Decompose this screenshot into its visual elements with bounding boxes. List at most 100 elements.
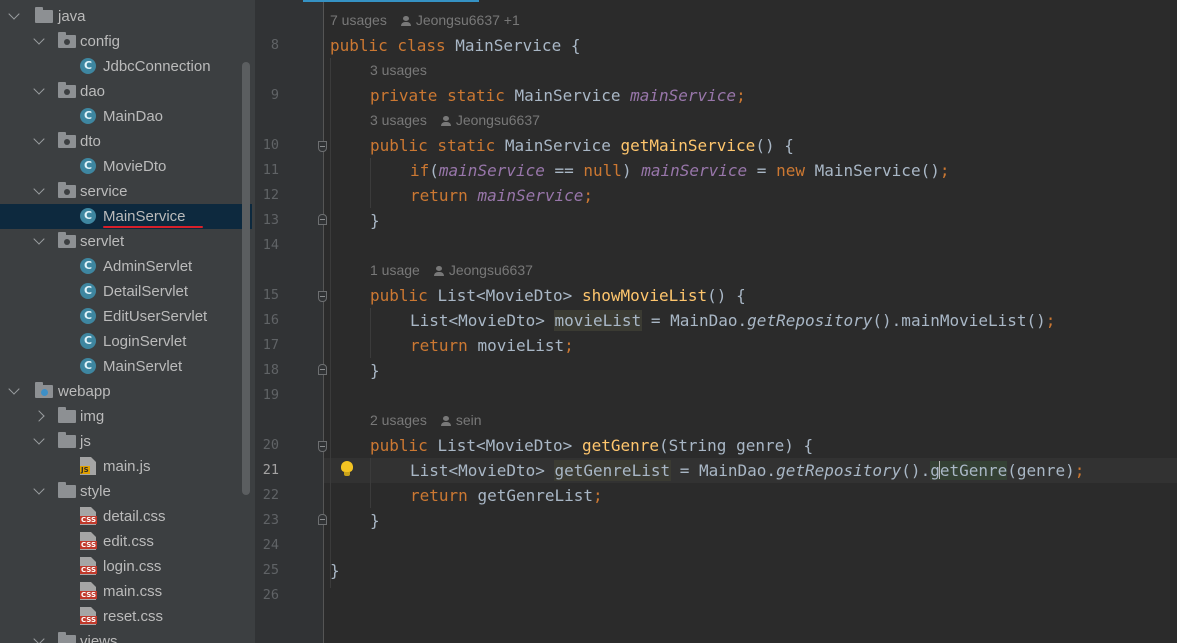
tree-item-maindao[interactable]: C MainDao: [0, 104, 252, 129]
code-line-21[interactable]: List<MovieDto> getGenreList = MainDao.ge…: [410, 458, 1084, 483]
field-usage-hint[interactable]: 3 usages: [370, 58, 427, 83]
fold-marker[interactable]: [318, 291, 327, 302]
tree-item-mainservlet[interactable]: C MainServlet: [0, 354, 252, 379]
params: () {: [755, 136, 794, 155]
chevron-down-icon[interactable]: [8, 383, 20, 395]
method-usage-hint[interactable]: 3 usages Jeongsu6637: [370, 108, 540, 133]
tree-item-java[interactable]: java: [0, 4, 252, 29]
class-usage-hint[interactable]: 7 usages Jeongsu6637 +1: [330, 8, 520, 33]
code-line-18[interactable]: }: [370, 358, 380, 383]
fold-marker[interactable]: [318, 141, 327, 152]
tree-item-label: img: [80, 408, 105, 425]
tree-scrollbar[interactable]: [242, 62, 250, 495]
chevron-down-icon[interactable]: [33, 133, 45, 145]
author-name[interactable]: sein: [456, 412, 482, 428]
indent-guide: [370, 308, 371, 358]
code-line-17[interactable]: return movieList;: [410, 333, 574, 358]
tree-item-webapp[interactable]: webapp: [0, 379, 252, 404]
tree-item-views[interactable]: views: [0, 629, 252, 643]
code-line-20[interactable]: public List<MovieDto> getGenre(String ge…: [370, 433, 813, 458]
project-tree-panel[interactable]: java config C JdbcConnection dao C MainDao dto C…: [0, 0, 255, 643]
chevron-right-icon[interactable]: [33, 410, 45, 422]
method-usage-hint[interactable]: 2 usages sein: [370, 408, 482, 433]
tree-item-main-css[interactable]: CSS main.css: [0, 579, 252, 604]
person-icon: [400, 16, 411, 26]
tree-item-config[interactable]: config: [0, 29, 252, 54]
tree-item-jdbcconnection[interactable]: C JdbcConnection: [0, 54, 252, 79]
tree-item-reset-css[interactable]: CSS reset.css: [0, 604, 252, 629]
code-line-10[interactable]: public static MainService getMainService…: [370, 133, 794, 158]
paren: ): [621, 161, 642, 180]
tree-item-edituserservlet[interactable]: C EditUserServlet: [0, 304, 252, 329]
usages-count[interactable]: 3 usages: [370, 62, 427, 78]
tree-item-detail-css[interactable]: CSS detail.css: [0, 504, 252, 529]
tree-item-dto[interactable]: dto: [0, 129, 252, 154]
usages-count[interactable]: 3 usages: [370, 112, 427, 128]
usages-count[interactable]: 1 usage: [370, 262, 420, 278]
code-editor[interactable]: 8 9 10 11 12 13 14 15 16 17 18 19 20 21 22 23 24 25 26 7 u…: [255, 0, 1177, 643]
code-line-23[interactable]: }: [370, 508, 380, 533]
method-name: showMovieList: [581, 286, 708, 305]
code-line-25[interactable]: }: [330, 558, 340, 583]
expression: ().mainMovieList(): [872, 311, 1046, 330]
usages-count[interactable]: 2 usages: [370, 412, 427, 428]
tree-item-style[interactable]: style: [0, 479, 252, 504]
keyword: private static: [370, 86, 515, 105]
chevron-down-icon[interactable]: [33, 483, 45, 495]
code-line-15[interactable]: public List<MovieDto> showMovieList() {: [370, 283, 746, 308]
tree-item-moviedto[interactable]: C MovieDto: [0, 154, 252, 179]
tree-item-img[interactable]: img: [0, 404, 252, 429]
tree-item-servlet[interactable]: servlet: [0, 229, 252, 254]
tree-item-login-css[interactable]: CSS login.css: [0, 554, 252, 579]
author-name[interactable]: Jeongsu6637: [456, 112, 540, 128]
field: mainService: [630, 86, 737, 105]
usages-count[interactable]: 7 usages: [330, 12, 387, 28]
tree-item-loginservlet[interactable]: C LoginServlet: [0, 329, 252, 354]
java-class-icon: C: [80, 208, 96, 224]
code-line-9[interactable]: private static MainService mainService;: [370, 83, 746, 108]
tree-item-service[interactable]: service: [0, 179, 252, 204]
chevron-down-icon[interactable]: [33, 83, 45, 95]
package-icon: [58, 32, 76, 48]
fold-marker[interactable]: [318, 364, 327, 375]
tree-item-edit-css[interactable]: CSS edit.css: [0, 529, 252, 554]
chevron-down-icon[interactable]: [33, 183, 45, 195]
method-usage-hint[interactable]: 1 usage Jeongsu6637: [370, 258, 533, 283]
tree-item-label: MovieDto: [103, 158, 167, 175]
code-line-11[interactable]: if(mainService == null) mainService = ne…: [410, 158, 949, 183]
variable: movieList: [477, 336, 565, 355]
keyword: return: [410, 486, 478, 505]
chevron-down-icon[interactable]: [33, 633, 45, 643]
tree-item-detailservlet[interactable]: C DetailServlet: [0, 279, 252, 304]
tree-item-js[interactable]: js: [0, 429, 252, 454]
tree-item-adminservlet[interactable]: C AdminServlet: [0, 254, 252, 279]
code-line-12[interactable]: return mainService;: [410, 183, 593, 208]
js-file-icon: JS: [80, 457, 96, 475]
tree-item-dao[interactable]: dao: [0, 79, 252, 104]
lightbulb-icon[interactable]: [341, 461, 353, 477]
line-number: 13: [262, 212, 279, 228]
author-name[interactable]: Jeongsu6637 +1: [416, 12, 520, 28]
fold-marker[interactable]: [318, 214, 327, 225]
tree-item-main-js[interactable]: JS main.js: [0, 454, 252, 479]
code-line-8[interactable]: public class MainService {: [330, 33, 580, 58]
line-number: 12: [262, 187, 279, 203]
code-line-13[interactable]: }: [370, 208, 380, 233]
variable: movieList: [553, 310, 643, 331]
tree-item-label: main.css: [103, 583, 163, 600]
chevron-down-icon[interactable]: [33, 233, 45, 245]
tree-item-label: dto: [80, 133, 101, 150]
author-name[interactable]: Jeongsu6637: [449, 262, 533, 278]
chevron-down-icon[interactable]: [33, 33, 45, 45]
chevron-down-icon[interactable]: [33, 433, 45, 445]
line-number: 11: [262, 162, 279, 178]
brace: {: [561, 36, 581, 55]
code-line-16[interactable]: List<MovieDto> movieList = MainDao.getRe…: [410, 308, 1055, 333]
brace: }: [370, 361, 380, 380]
constructor-call: MainService(): [814, 161, 940, 180]
chevron-down-icon[interactable]: [8, 8, 20, 20]
semicolon: ;: [1074, 461, 1085, 480]
fold-marker[interactable]: [318, 514, 327, 525]
fold-marker[interactable]: [318, 441, 327, 452]
code-line-22[interactable]: return getGenreList;: [410, 483, 603, 508]
